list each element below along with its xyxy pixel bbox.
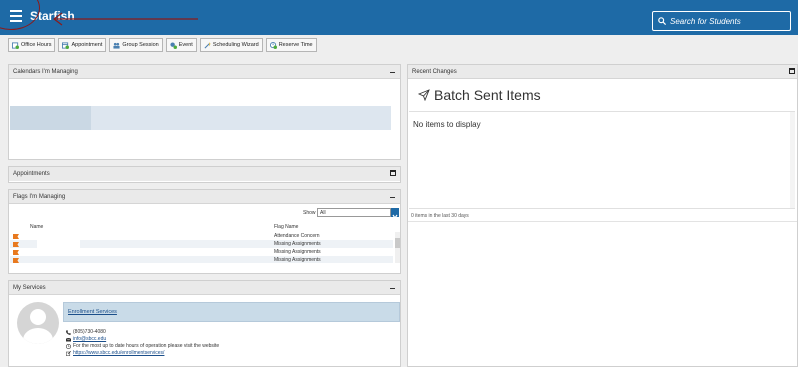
office-hours-label: Office Hours <box>21 42 52 48</box>
group-icon <box>113 42 120 49</box>
search-input[interactable] <box>670 16 780 26</box>
show-filter-select[interactable]: All <box>317 208 391 217</box>
calendar-add-icon <box>62 41 70 49</box>
calendars-panel: Calendars I'm Managing <box>8 64 401 160</box>
search-icon <box>658 17 666 25</box>
show-filter-label: Show <box>303 210 316 216</box>
scrollbar-thumb[interactable] <box>395 238 400 248</box>
website-link[interactable]: https://www.sbcc.edu/enrollmentservices/ <box>73 350 164 356</box>
phone-number: (805)730-4080 <box>73 329 106 335</box>
redacted-student-name <box>37 240 80 248</box>
service-card: Enrollment Services (805)730-4080 info@s… <box>9 295 400 367</box>
services-panel: My Services Enrollment Services (805)730… <box>8 280 401 367</box>
service-phone: (805)730-4080 <box>66 329 106 335</box>
service-hours: For the most up to date hours of operati… <box>66 343 219 349</box>
scheduling-wizard-button[interactable]: Scheduling Wizard <box>199 38 263 52</box>
collapse-icon[interactable] <box>390 197 395 198</box>
service-website: https://www.sbcc.edu/enrollmentservices/ <box>66 350 164 356</box>
empty-state-text: No items to display <box>413 120 481 129</box>
flag-row[interactable]: Missing Assignments <box>10 248 393 256</box>
services-title: My Services <box>13 285 46 291</box>
flag-row[interactable]: Missing Assignments <box>10 256 393 263</box>
hamburger-menu-icon[interactable] <box>10 10 22 22</box>
reserve-time-label: Reserve Time <box>278 42 313 48</box>
scheduling-toolbar: Office Hours Appointment Group Session E… <box>8 38 317 52</box>
calendars-header: Calendars I'm Managing <box>9 65 400 79</box>
show-filter-value: All <box>320 209 326 216</box>
recent-changes-panel: Recent Changes Batch Sent Items No items… <box>407 64 798 367</box>
dropdown-arrow-icon[interactable] <box>391 208 399 220</box>
expand-icon[interactable] <box>789 68 795 74</box>
flag-name: Missing Assignments <box>274 249 321 255</box>
appointment-button[interactable]: Appointment <box>58 38 107 52</box>
appointments-panel: Appointments <box>8 166 401 183</box>
appointments-header: Appointments <box>9 167 400 181</box>
event-button[interactable]: Event <box>165 38 197 52</box>
office-hours-icon <box>12 41 19 49</box>
group-session-button[interactable]: Group Session <box>109 38 163 52</box>
flag-name: Missing Assignments <box>274 241 321 247</box>
scheduling-wizard-label: Scheduling Wizard <box>212 42 259 48</box>
flags-title: Flags I'm Managing <box>13 194 66 200</box>
flag-icon <box>13 234 19 239</box>
app-brand[interactable]: Starfish <box>30 9 75 23</box>
column-header-flag-name[interactable]: Flag Name <box>274 224 298 230</box>
flag-row[interactable]: Missing Assignments <box>10 240 393 248</box>
recent-changes-title: Recent Changes <box>412 69 457 75</box>
email-link[interactable]: info@sbcc.edu <box>73 336 106 342</box>
student-search[interactable] <box>652 11 791 31</box>
email-icon <box>66 337 71 341</box>
expand-icon[interactable] <box>390 170 396 176</box>
flags-panel: Flags I'm Managing Show All Name Flag Na… <box>8 189 401 274</box>
flags-scrollbar[interactable] <box>395 232 400 263</box>
avatar <box>17 302 59 344</box>
batch-sent-title: Batch Sent Items <box>418 87 541 103</box>
external-link-icon <box>66 350 71 356</box>
flag-icon <box>13 242 19 247</box>
divider <box>408 221 797 222</box>
wand-icon <box>204 41 211 48</box>
column-header-name[interactable]: Name <box>30 224 43 230</box>
flags-header: Flags I'm Managing <box>9 190 400 204</box>
group-session-label: Group Session <box>122 42 159 48</box>
reserve-time-button[interactable]: Reserve Time <box>265 38 317 52</box>
service-name-link[interactable]: Enrollment Services <box>68 309 117 315</box>
phone-icon <box>66 329 71 335</box>
collapse-icon[interactable] <box>390 72 395 73</box>
batch-sent-list: No items to display <box>409 111 795 209</box>
send-icon <box>418 89 430 101</box>
event-label: Event <box>178 42 193 48</box>
flag-icon <box>13 258 19 263</box>
appointments-title: Appointments <box>13 171 50 177</box>
appointment-label: Appointment <box>71 42 103 48</box>
event-icon <box>170 41 177 49</box>
services-header: My Services <box>9 281 400 295</box>
collapse-icon[interactable] <box>390 288 395 289</box>
top-navigation-bar: Starfish <box>0 0 798 35</box>
recent-changes-header: Recent Changes <box>408 65 797 79</box>
flag-name: Attendance Concern <box>274 233 320 239</box>
flag-icon <box>13 250 19 255</box>
batch-list-scrollbar[interactable] <box>790 112 795 208</box>
batch-sent-title-text: Batch Sent Items <box>434 87 541 103</box>
office-hours-button[interactable]: Office Hours <box>8 38 56 52</box>
clock-icon <box>66 343 71 349</box>
items-count-footer: 0 items in the last 30 days <box>411 213 469 219</box>
hours-text: For the most up to date hours of operati… <box>73 343 220 349</box>
calendars-title: Calendars I'm Managing <box>13 69 78 75</box>
service-header-bar: Enrollment Services <box>63 302 400 322</box>
calendar-row-selected-cell[interactable] <box>10 106 91 130</box>
service-email: info@sbcc.edu <box>66 336 106 342</box>
reserve-time-icon <box>269 41 277 49</box>
flag-row[interactable]: Attendance Concern <box>10 232 393 240</box>
flag-name: Missing Assignments <box>274 257 321 263</box>
